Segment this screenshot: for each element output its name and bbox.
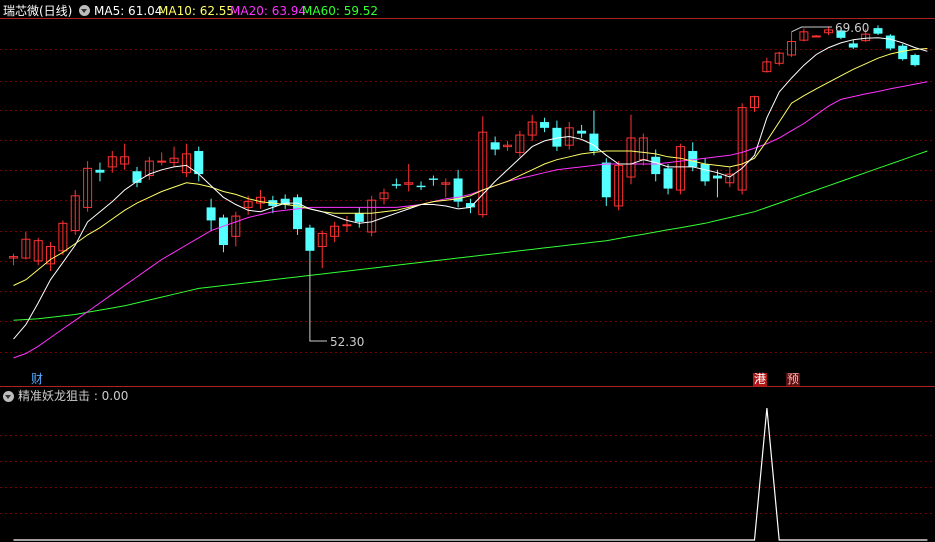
ma10-legend: MA10: 62.55 — [158, 4, 235, 18]
finance-marker[interactable]: 财 — [30, 373, 44, 386]
candle-body-down — [577, 130, 587, 134]
ma60-legend: MA60: 59.52 — [302, 4, 379, 18]
candle-body-down — [354, 213, 364, 222]
ma20-legend: MA20: 63.94 — [230, 4, 307, 18]
dropdown-icon[interactable] — [79, 5, 90, 16]
candle-body-down — [848, 43, 858, 48]
high-pointer — [791, 26, 832, 33]
indicator-dropdown-icon[interactable] — [3, 391, 14, 402]
candle-body-down — [490, 142, 500, 150]
candle-body-down — [293, 197, 303, 230]
candle-body-down — [194, 150, 204, 175]
candle-body-down — [712, 175, 722, 179]
candle-body-down — [428, 178, 438, 180]
candle-body-down — [540, 122, 550, 128]
candlestick-chart[interactable] — [0, 0, 935, 542]
ma20-line — [13, 81, 928, 359]
low-pointer — [309, 260, 327, 342]
candle-body-up — [157, 160, 167, 163]
ma60-line — [13, 150, 928, 321]
indicator-line — [13, 407, 928, 541]
candle-body-down — [601, 162, 611, 198]
candle-body-down — [651, 156, 661, 175]
candle-body-up — [811, 35, 821, 38]
candle-body-down — [305, 227, 315, 251]
candle-body-down — [416, 185, 426, 188]
low-price-label: 52.30 — [330, 335, 365, 349]
candle-body-down — [206, 207, 216, 221]
candle-body-down — [218, 217, 228, 246]
ma10-line — [13, 48, 928, 286]
candle-body-down — [391, 184, 401, 186]
candle-body-down — [885, 35, 895, 49]
candle-body-down — [873, 28, 883, 34]
candle-body-down — [910, 54, 920, 66]
hk-marker[interactable]: 港 — [753, 373, 768, 386]
high-price-label: 69.60 — [835, 21, 870, 35]
ma5-line — [13, 37, 928, 340]
ma5-legend: MA5: 61.04 — [94, 4, 163, 18]
forecast-marker[interactable]: 预 — [786, 373, 801, 386]
stock-title: 瑞芯微(日线) — [3, 4, 73, 18]
candle-body-down — [700, 164, 710, 182]
candle-body-up — [342, 224, 352, 227]
indicator-title: 精准妖龙狙击 : 0.00 — [18, 389, 129, 403]
candle-body-down — [95, 169, 105, 173]
candle-body-down — [663, 168, 673, 189]
